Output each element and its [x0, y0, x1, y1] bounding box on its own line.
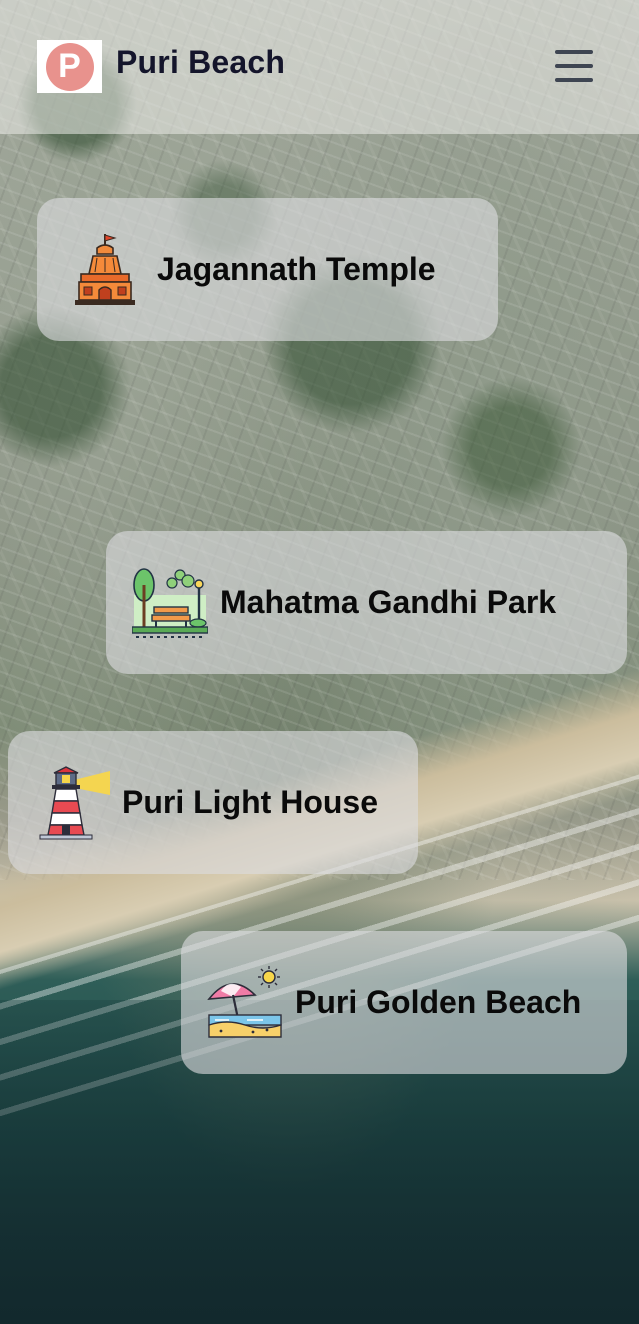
lighthouse-icon [39, 765, 110, 839]
place-card-label: Puri Golden Beach [295, 984, 582, 1020]
place-card-mahatma-gandhi-park[interactable]: Mahatma Gandhi Park [106, 531, 627, 674]
beach-umbrella-icon [207, 965, 282, 1038]
logo-letter: P [45, 42, 94, 91]
page-title: Puri Beach [116, 44, 286, 80]
place-card-label: Puri Light House [122, 784, 378, 820]
hamburger-menu-icon[interactable] [555, 50, 593, 82]
place-card-puri-light-house[interactable]: Puri Light House [8, 731, 418, 874]
place-card-label: Jagannath Temple [157, 251, 436, 287]
temple-icon [75, 233, 135, 305]
top-header: P Puri Beach [0, 0, 639, 134]
park-icon [132, 567, 208, 638]
app-logo[interactable]: P [37, 40, 102, 93]
place-card-label: Mahatma Gandhi Park [220, 584, 557, 620]
place-card-jagannath-temple[interactable]: Jagannath Temple [37, 198, 498, 341]
place-card-puri-golden-beach[interactable]: Puri Golden Beach [181, 931, 627, 1074]
